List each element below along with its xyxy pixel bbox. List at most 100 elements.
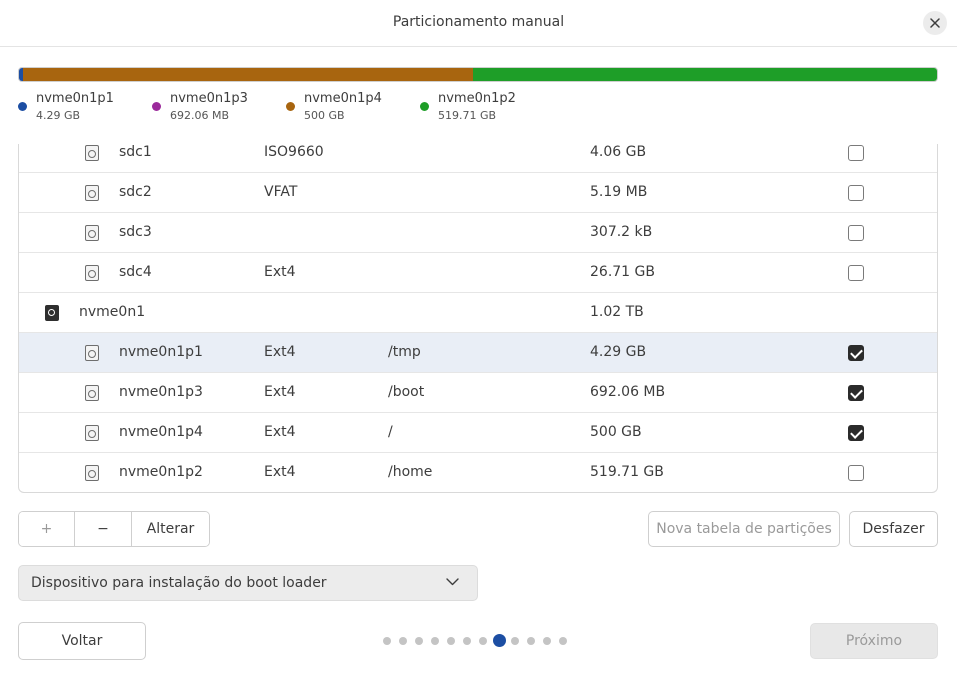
legend-size: 4.29 GB <box>36 109 81 122</box>
filesystem-type: Ext4 <box>264 344 296 360</box>
legend-color-dot <box>286 102 295 111</box>
window-title: Particionamento manual <box>392 14 565 30</box>
step-dot-active <box>492 634 506 647</box>
legend-name: nvme0n1p1 <box>36 91 114 106</box>
filesystem-type: ISO9660 <box>264 144 324 160</box>
partition-size: 4.06 GB <box>590 144 647 160</box>
partition-icon <box>85 225 99 241</box>
partition-row[interactable]: sdc2 VFAT 5.19 MB <box>19 173 937 213</box>
mount-point: / <box>388 424 393 440</box>
partition-icon <box>85 465 99 481</box>
mount-point: /boot <box>388 384 425 400</box>
back-button[interactable]: Voltar <box>18 622 146 660</box>
partition-row[interactable]: nvme0n1p2 Ext4/home 519.71 GB <box>19 453 937 492</box>
legend-size: 519.71 GB <box>438 109 497 122</box>
add-partition-button[interactable]: + <box>19 512 75 546</box>
remove-partition-button[interactable]: − <box>75 512 132 546</box>
close-button[interactable] <box>923 11 947 35</box>
step-dot <box>447 637 455 645</box>
step-dot <box>543 637 551 645</box>
partition-row[interactable]: nvme0n1p3 Ext4/boot 692.06 MB <box>19 373 937 413</box>
format-checkbox[interactable] <box>848 345 864 361</box>
partition-size: 519.71 GB <box>590 464 664 480</box>
step-dot <box>527 637 535 645</box>
legend-name: nvme0n1p3 <box>170 91 248 106</box>
filesystem-type: VFAT <box>264 184 298 200</box>
device-name: nvme0n1p3 <box>119 384 203 400</box>
device-name: sdc2 <box>119 184 152 200</box>
partition-action-group: + − Alterar <box>18 511 210 547</box>
device-name: sdc1 <box>119 144 152 160</box>
partition-row[interactable]: sdc1 ISO9660 4.06 GB <box>19 144 937 173</box>
format-checkbox[interactable] <box>848 385 864 401</box>
filesystem-type: Ext4 <box>264 384 296 400</box>
device-name: sdc4 <box>119 264 152 280</box>
undo-button[interactable]: Desfazer <box>849 511 938 547</box>
partition-row[interactable]: sdc3 307.2 kB <box>19 213 937 253</box>
device-name: nvme0n1p1 <box>119 344 203 360</box>
change-partition-button[interactable]: Alterar <box>132 512 209 546</box>
format-checkbox[interactable] <box>848 225 864 241</box>
step-dot <box>479 637 487 645</box>
bootloader-device-label: Dispositivo para instalação do boot load… <box>31 575 327 591</box>
partition-size: 5.19 MB <box>590 184 648 200</box>
disk-usage-bar <box>18 67 938 82</box>
step-dot <box>383 637 391 645</box>
mount-point: /home <box>388 464 433 480</box>
format-checkbox[interactable] <box>848 425 864 441</box>
partition-size: 500 GB <box>590 424 642 440</box>
title-bar: Particionamento manual <box>0 0 957 47</box>
step-dot <box>463 637 471 645</box>
partition-size: 4.29 GB <box>590 344 647 360</box>
step-dot <box>511 637 519 645</box>
format-checkbox[interactable] <box>848 185 864 201</box>
partition-row[interactable]: nvme0n1p4 Ext4 / 500 GB <box>19 413 937 453</box>
device-name: nvme0n1p2 <box>119 464 203 480</box>
close-icon <box>930 18 940 28</box>
next-button[interactable]: Próximo <box>810 623 938 659</box>
legend-size: 500 GB <box>304 109 345 122</box>
filesystem-type: Ext4 <box>264 464 296 480</box>
partition-size: 1.02 TB <box>590 304 644 320</box>
legend-name: nvme0n1p4 <box>304 91 382 106</box>
disk-legend: nvme0n1p1 4.29 GB nvme0n1p3 692.06 MB nvme0n… <box>18 90 938 126</box>
step-indicator <box>383 634 583 648</box>
new-partition-table-button[interactable]: Nova tabela de partições <box>648 511 840 547</box>
disk-segment-nvme0n1p4 <box>23 68 473 81</box>
partition-row[interactable]: sdc4 Ext4 26.71 GB <box>19 253 937 293</box>
partition-icon <box>85 385 99 401</box>
device-name: sdc3 <box>119 224 152 240</box>
legend-color-dot <box>18 102 27 111</box>
step-dot <box>399 637 407 645</box>
partition-icon <box>85 265 99 281</box>
partition-size: 692.06 MB <box>590 384 666 400</box>
partition-table: sdc1 ISO9660 4.06 GB sdc2 VFAT 5.19 MB sdc3 307… <box>18 144 938 493</box>
disk-row[interactable]: nvme0n1 1.02 TB <box>19 293 937 333</box>
legend-name: nvme0n1p2 <box>438 91 516 106</box>
partition-size: 307.2 kB <box>590 224 653 240</box>
format-checkbox[interactable] <box>848 265 864 281</box>
partition-size: 26.71 GB <box>590 264 655 280</box>
partition-icon <box>85 145 99 161</box>
partition-icon <box>85 345 99 361</box>
partition-icon <box>85 185 99 201</box>
filesystem-type: Ext4 <box>264 424 296 440</box>
legend-size: 692.06 MB <box>170 109 230 122</box>
disk-segment-nvme0n1p2 <box>472 68 937 81</box>
partition-icon <box>85 425 99 441</box>
legend-color-dot <box>420 102 429 111</box>
bootloader-device-select[interactable]: Dispositivo para instalação do boot load… <box>18 565 478 601</box>
mount-point: /tmp <box>388 344 421 360</box>
disk-drive-icon <box>45 305 59 321</box>
step-dot <box>431 637 439 645</box>
legend-color-dot <box>152 102 161 111</box>
format-checkbox[interactable] <box>848 465 864 481</box>
chevron-down-icon <box>446 578 459 586</box>
step-dot <box>415 637 423 645</box>
device-name: nvme0n1p4 <box>119 424 203 440</box>
format-checkbox[interactable] <box>848 145 864 161</box>
partition-row[interactable]: nvme0n1p1 Ext4/tmp 4.29 GB <box>19 333 937 373</box>
filesystem-type: Ext4 <box>264 264 296 280</box>
device-name: nvme0n1 <box>79 304 146 320</box>
step-dot <box>559 637 567 645</box>
